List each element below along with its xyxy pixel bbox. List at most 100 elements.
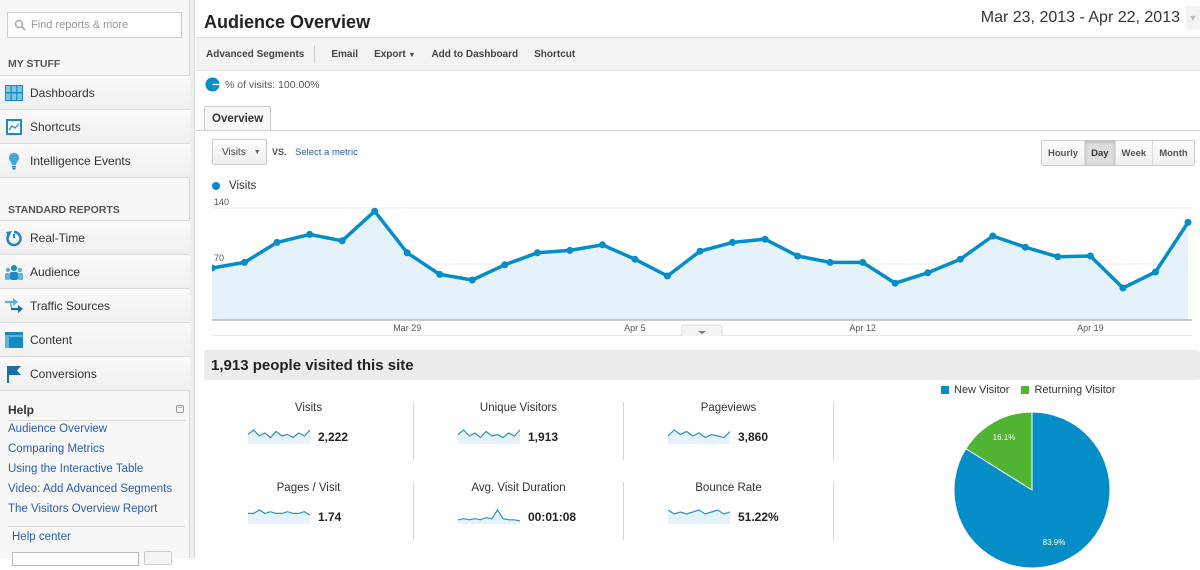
tab-overview[interactable]: Overview: [204, 106, 271, 130]
granularity-day-button[interactable]: Day: [1084, 141, 1114, 165]
divider: [314, 45, 315, 63]
caret-down-icon: ▼: [409, 52, 416, 59]
sidebar-item-label: Conversions: [30, 367, 97, 381]
segment-label: % of visits: 100.00%: [225, 79, 320, 91]
chart-resize-handle[interactable]: [682, 325, 722, 336]
vs-label: VS.: [272, 147, 287, 157]
sidebar-item-shortcuts[interactable]: Shortcuts: [0, 109, 190, 143]
sidebar-item-label: Traffic Sources: [30, 299, 110, 313]
data-point: [241, 259, 248, 266]
divider: [833, 482, 834, 540]
select-metric-link[interactable]: Select a metric: [295, 147, 358, 158]
flag-icon: [4, 364, 24, 384]
sidebar-item-real-time[interactable]: Real-Time: [0, 220, 190, 254]
sidebar-item-label: Content: [30, 333, 72, 347]
sparkline-fill: [458, 430, 520, 444]
pie-slice-label: 83.9%: [1043, 538, 1066, 547]
metric-card[interactable]: Avg. Visit Duration00:01:08: [414, 482, 623, 550]
metric-value: 1.74: [318, 510, 341, 524]
metric-label: Avg. Visit Duration: [414, 482, 623, 494]
data-point: [1022, 244, 1029, 251]
advanced-segments-button[interactable]: Advanced Segments: [206, 49, 304, 60]
help-link[interactable]: Audience Overview: [8, 423, 107, 435]
help-search-button[interactable]: [144, 551, 172, 565]
search-input[interactable]: Find reports & more: [7, 12, 182, 38]
data-point: [697, 248, 704, 255]
sidebar-item-audience[interactable]: Audience: [0, 254, 190, 288]
date-range-picker[interactable]: Mar 23, 2013 - Apr 22, 2013 ▼: [975, 6, 1200, 30]
collapse-icon[interactable]: −: [176, 405, 184, 413]
metric-label: Pages / Visit: [204, 482, 413, 494]
data-point: [827, 259, 834, 266]
data-point: [794, 253, 801, 260]
help-link[interactable]: Using the Interactive Table: [8, 463, 143, 475]
sidebar-item-label: Audience: [30, 265, 80, 279]
export-button[interactable]: Export ▼: [374, 49, 415, 60]
data-point: [664, 273, 671, 280]
sidebar-item-conversions[interactable]: Conversions: [0, 356, 190, 390]
metric-card[interactable]: Pages / Visit 1.74: [204, 482, 413, 550]
metric-value: 3,860: [738, 430, 768, 444]
arrows-icon: [4, 296, 24, 316]
divider: [0, 177, 190, 178]
sidebar-item-dashboards[interactable]: Dashboards: [0, 75, 190, 109]
handle-box: [682, 325, 722, 336]
data-point: [631, 256, 638, 263]
granularity-hourly-button[interactable]: Hourly: [1042, 141, 1084, 165]
email-button[interactable]: Email: [331, 49, 358, 60]
metric-card[interactable]: Pageviews3,860: [624, 402, 833, 470]
sidebar-item-label: Shortcuts: [30, 120, 81, 134]
sparkline: [248, 508, 310, 524]
metric-card[interactable]: Visits2,222: [204, 402, 413, 470]
granularity-month-button[interactable]: Month: [1152, 141, 1194, 165]
date-range-label: Mar 23, 2013 - Apr 22, 2013: [981, 9, 1180, 27]
data-point: [1054, 253, 1061, 260]
sidebar-item-label: Real-Time: [30, 231, 85, 245]
x-tick-label: Apr 5: [624, 323, 646, 333]
granularity-toggle: Hourly Day Week Month: [1041, 140, 1195, 166]
sidebar-resize-handle[interactable]: [190, 0, 195, 558]
metric-value: 1,913: [528, 430, 558, 444]
window-icon: [4, 330, 24, 350]
legend-label: Visits: [229, 180, 256, 192]
segment-pie-icon: [205, 77, 220, 92]
segment-indicator: % of visits: 100.00%: [205, 77, 320, 92]
data-point: [274, 239, 281, 246]
metric-card[interactable]: Unique Visitors1,913: [414, 402, 623, 470]
x-tick-label: Apr 19: [1077, 323, 1104, 333]
help-link[interactable]: Comparing Metrics: [8, 443, 105, 455]
help-center-link[interactable]: Help center: [12, 531, 71, 543]
lightbulb-icon: [4, 151, 24, 171]
data-point: [729, 239, 736, 246]
data-point: [339, 237, 346, 244]
granularity-week-button[interactable]: Week: [1115, 141, 1153, 165]
sparkline-fill: [248, 510, 310, 524]
data-point: [501, 261, 508, 268]
sidebar-item-content[interactable]: Content: [0, 322, 190, 356]
page-title: Audience Overview: [204, 12, 370, 33]
help-search-input[interactable]: [12, 552, 139, 566]
sidebar-item-intelligence-events[interactable]: Intelligence Events: [0, 143, 190, 177]
sparkline-fill: [458, 510, 520, 524]
sidebar-item-label: Dashboards: [30, 86, 95, 100]
metric-card[interactable]: Bounce Rate51.22%: [624, 482, 833, 550]
data-point: [566, 247, 573, 254]
sparkline: [668, 428, 730, 444]
visits-line-chart[interactable]: 70140Mar 29Apr 5Apr 12Apr 19: [212, 196, 1192, 336]
export-label: Export: [374, 49, 406, 60]
metric-dropdown[interactable]: Visits ▼: [212, 139, 267, 165]
shortcut-button[interactable]: Shortcut: [534, 49, 575, 60]
visitor-type-pie-chart[interactable]: 83.9%16.1%: [952, 410, 1112, 570]
y-tick-label: 70: [214, 253, 224, 263]
add-to-dashboard-button[interactable]: Add to Dashboard: [431, 49, 518, 60]
shortcut-icon: [4, 117, 24, 137]
summary-headline: 1,913 people visited this site: [204, 350, 1200, 380]
data-point: [404, 249, 411, 256]
sidebar-item-traffic-sources[interactable]: Traffic Sources: [0, 288, 190, 322]
help-link[interactable]: The Visitors Overview Report: [8, 503, 157, 515]
metric-value: 2,222: [318, 430, 348, 444]
help-link[interactable]: Video: Add Advanced Segments: [8, 483, 172, 495]
divider: [623, 482, 624, 540]
main-content: Audience Overview Mar 23, 2013 - Apr 22,…: [196, 0, 1200, 558]
data-point: [534, 249, 541, 256]
